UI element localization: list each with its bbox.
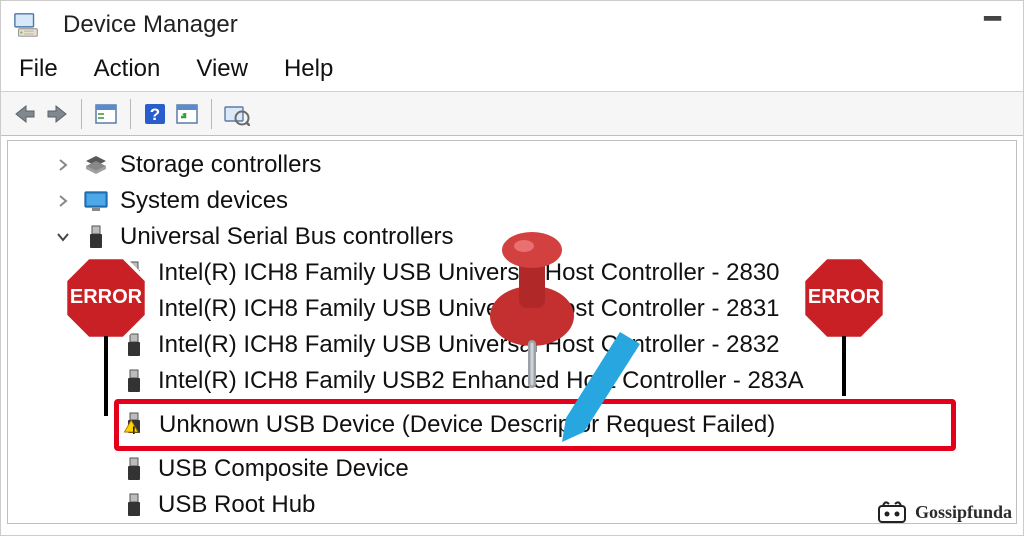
tree-node-system[interactable]: System devices [8,183,1016,219]
label: Intel(R) ICH8 Family USB Universal Host … [158,331,780,359]
storage-icon [82,153,110,177]
label: USB Composite Device [158,455,409,483]
forward-button[interactable] [41,99,73,129]
menu-action[interactable]: Action [94,55,161,83]
usb-warning-icon: ! [121,413,149,437]
chevron-right-icon [56,158,76,172]
scan-button[interactable] [171,99,203,129]
back-button[interactable] [9,99,41,129]
tree-node-usb-controllers[interactable]: Universal Serial Bus controllers [8,219,1016,255]
svg-text:!: ! [132,425,136,437]
properties-button[interactable] [220,99,252,129]
label: Intel(R) ICH8 Family USB Universal Host … [158,295,780,323]
usb-icon [120,333,148,357]
chevron-right-icon [56,194,76,208]
usb-icon [120,261,148,285]
tree-item-usb-2[interactable]: Intel(R) ICH8 Family USB Universal Host … [8,327,1016,363]
tree-item-usb-1[interactable]: Intel(R) ICH8 Family USB Universal Host … [8,291,1016,327]
monitor-icon [82,189,110,213]
watermark-text: Gossipfunda [915,502,1012,523]
window-title: Device Manager [63,11,238,39]
label: Intel(R) ICH8 Family USB2 Enhanced Host … [158,367,804,395]
usb-icon [120,297,148,321]
usb-icon [120,369,148,393]
menu-file[interactable]: File [19,55,58,83]
label: Storage controllers [120,151,321,179]
menubar: File Action View Help [1,49,1023,92]
usb-icon [82,225,110,249]
svg-text:?: ? [150,105,160,124]
label: Universal Serial Bus controllers [120,223,453,251]
usb-icon [120,493,148,517]
device-manager-window: Device Manager ━ File Action View Help [0,0,1024,536]
tree-node-storage[interactable]: Storage controllers [8,147,1016,183]
toolbar: ? [1,92,1023,136]
gossipfunda-logo-icon [875,498,909,526]
label: Unknown USB Device (Device Descriptor Re… [159,411,775,439]
show-hidden-button[interactable] [90,99,122,129]
menu-help[interactable]: Help [284,55,333,83]
tree-item-usb-3[interactable]: Intel(R) ICH8 Family USB2 Enhanced Host … [8,363,1016,399]
tree-item-usb-0[interactable]: Intel(R) ICH8 Family USB Universal Host … [8,255,1016,291]
tree-item-usb-composite[interactable]: USB Composite Device [8,451,1016,487]
tree-item-unknown-usb[interactable]: ! Unknown USB Device (Device Descriptor … [121,408,949,442]
label: USB Root Hub [158,491,315,519]
label: System devices [120,187,288,215]
computer-icon [13,13,41,37]
error-highlight-box: ! Unknown USB Device (Device Descriptor … [114,399,956,451]
device-tree[interactable]: Storage controllers System devices [7,140,1017,524]
tree-item-usb-roothub[interactable]: USB Root Hub [8,487,1016,523]
menu-view[interactable]: View [196,55,248,83]
label: Intel(R) ICH8 Family USB Universal Host … [158,259,780,287]
usb-icon [120,457,148,481]
watermark: Gossipfunda [875,498,1012,526]
chevron-down-icon [56,230,76,244]
help-button[interactable]: ? [139,99,171,129]
titlebar: Device Manager ━ [1,1,1023,49]
minimize-button[interactable]: ━ [974,14,1011,24]
